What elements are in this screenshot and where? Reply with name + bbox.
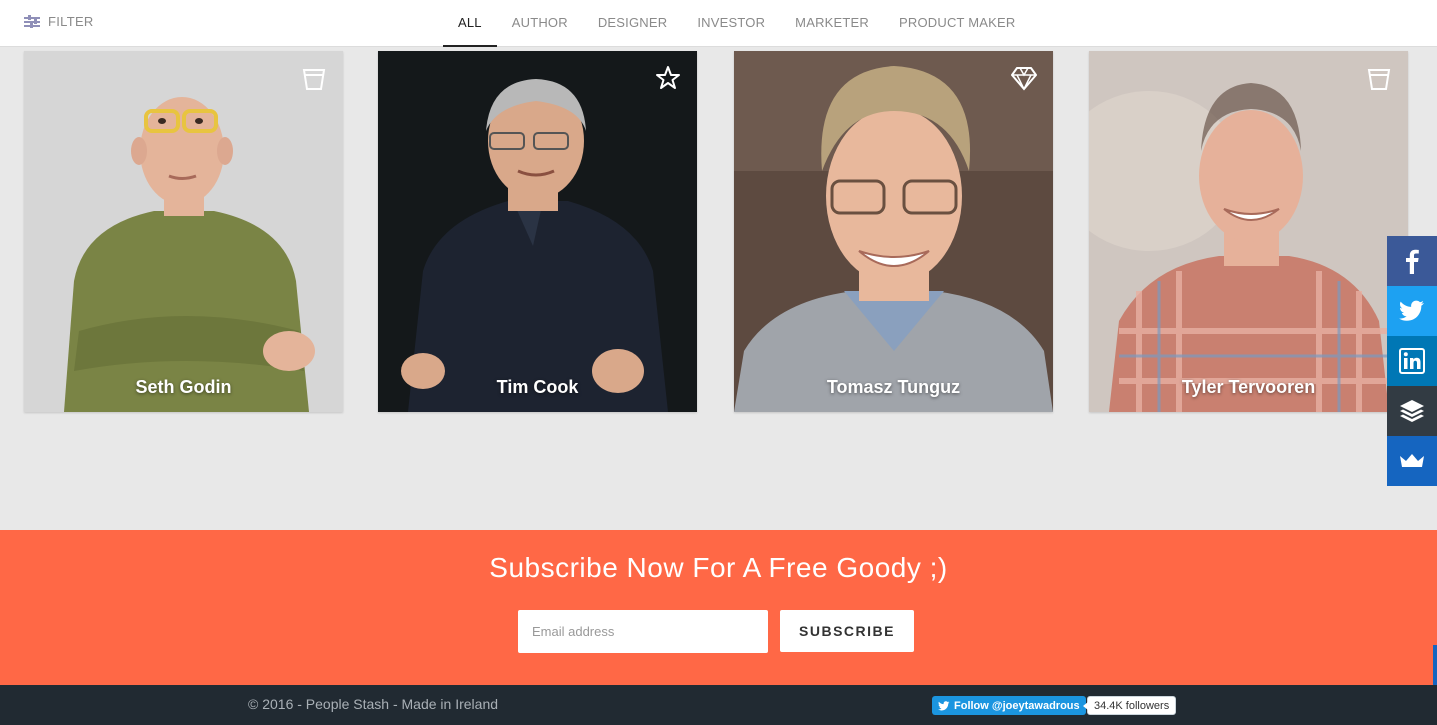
person-name: Tim Cook — [496, 377, 579, 397]
share-linkedin-button[interactable] — [1387, 336, 1437, 386]
facebook-icon — [1406, 249, 1419, 274]
email-field[interactable] — [518, 610, 768, 653]
side-tab[interactable] — [1433, 645, 1437, 685]
tab-marketer[interactable]: MARKETER — [780, 0, 884, 47]
follow-label: Follow @joeytawadrous — [954, 699, 1080, 712]
person-name: Seth Godin — [135, 377, 232, 397]
cup-icon — [1367, 69, 1391, 90]
tab-designer[interactable]: DESIGNER — [583, 0, 683, 47]
tab-all[interactable]: ALL — [443, 0, 497, 47]
person-card-tomasz-tunguz[interactable]: Tomasz Tunguz — [734, 51, 1053, 412]
copyright-text: © 2016 - People Stash - Made in Ireland — [248, 696, 499, 712]
twitter-bird-icon — [938, 700, 950, 710]
sumome-icon — [1400, 454, 1424, 467]
subscribe-section: Subscribe Now For A Free Goody ;) SUBSCR… — [0, 530, 1437, 685]
tab-author[interactable]: AUTHOR — [497, 0, 583, 47]
subscribe-heading: Subscribe Now For A Free Goody ;) — [489, 552, 948, 583]
tab-investor[interactable]: INVESTOR — [682, 0, 780, 47]
cup-icon — [302, 69, 326, 90]
person-card-tyler-tervooren[interactable]: Tyler Tervooren — [1089, 51, 1408, 412]
linkedin-icon — [1399, 348, 1425, 374]
share-facebook-button[interactable] — [1387, 236, 1437, 286]
diamond-icon — [1011, 67, 1037, 91]
person-photo — [734, 51, 1053, 412]
followers-count[interactable]: 34.4K followers — [1082, 696, 1177, 715]
share-twitter-button[interactable] — [1387, 286, 1437, 336]
filter-label: FILTER — [48, 14, 94, 29]
category-tabs: ALL AUTHOR DESIGNER INVESTOR MARKETER PR… — [443, 0, 1031, 47]
subscribe-button[interactable]: SUBSCRIBE — [780, 610, 914, 652]
person-photo — [1089, 51, 1408, 412]
buffer-icon — [1400, 400, 1424, 422]
twitter-icon — [1399, 300, 1424, 321]
social-share-sidebar — [1387, 236, 1437, 486]
filter-sliders-icon — [24, 14, 40, 29]
twitter-follow-button[interactable]: Follow @joeytawadrous — [932, 696, 1086, 715]
person-name: Tomasz Tunguz — [826, 377, 961, 397]
person-photo — [24, 51, 343, 412]
person-card-tim-cook[interactable]: Tim Cook — [378, 51, 697, 412]
person-card-seth-godin[interactable]: Seth Godin — [24, 51, 343, 412]
star-icon — [656, 66, 680, 89]
top-navigation-bar: FILTER ALL AUTHOR DESIGNER INVESTOR MARK… — [0, 0, 1437, 47]
footer: © 2016 - People Stash - Made in Ireland … — [0, 685, 1437, 725]
tab-product-maker[interactable]: PRODUCT MAKER — [884, 0, 1030, 47]
share-buffer-button[interactable] — [1387, 386, 1437, 436]
person-name: Tyler Tervooren — [1181, 377, 1316, 397]
sumome-button[interactable] — [1387, 436, 1437, 486]
person-photo — [378, 51, 697, 412]
filter-button[interactable]: FILTER — [24, 14, 94, 29]
